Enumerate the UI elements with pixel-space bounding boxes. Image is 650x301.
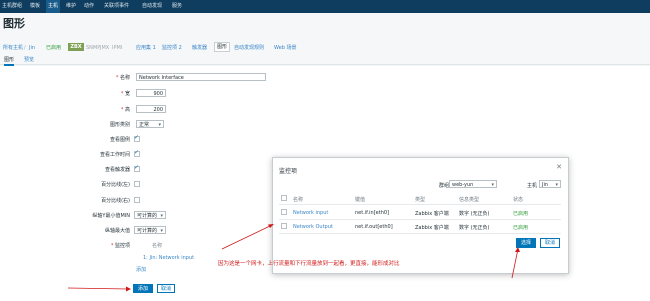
arrow-to-network-output	[221, 224, 274, 250]
arrow-to-select-button	[511, 247, 520, 279]
annotation-text: 因为这是一个网卡，上行流量和下行流量放到一起看，更直接，能形成对比	[218, 261, 400, 267]
annotation-arrows	[67, 224, 520, 292]
arrow-to-add-button	[67, 286, 131, 292]
